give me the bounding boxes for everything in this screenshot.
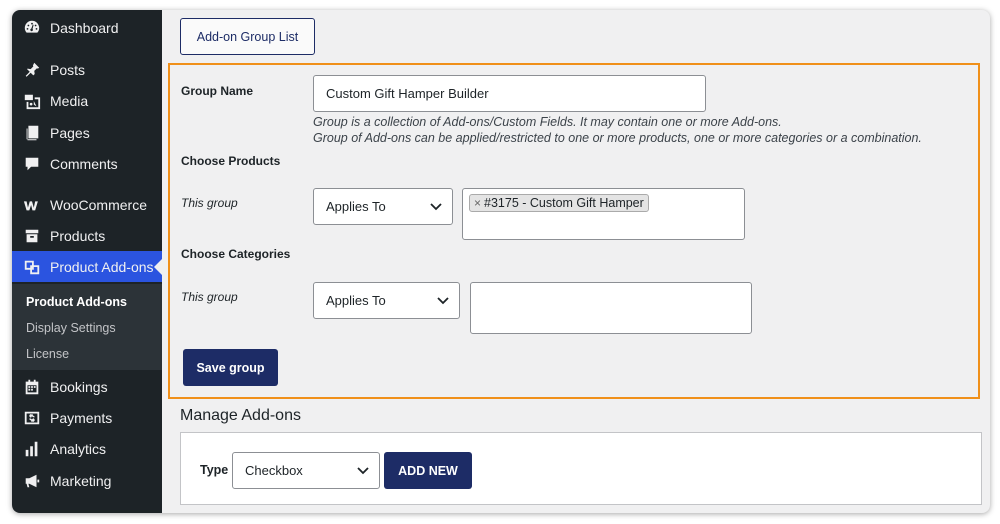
sidebar-item-label: Payments	[50, 409, 113, 426]
bar-chart-icon	[22, 439, 42, 459]
type-select-value: Checkbox	[245, 463, 303, 478]
sidebar-item-payments[interactable]: Payments	[12, 402, 162, 433]
save-group-button[interactable]: Save group	[183, 349, 278, 386]
group-description-line-1: Group is a collection of Add-ons/Custom …	[313, 115, 782, 129]
sidebar-item-label: Pages	[50, 124, 90, 141]
submenu-display-settings[interactable]: Display Settings	[26, 321, 116, 335]
product-tag-label: #3175 - Custom Gift Hamper	[484, 196, 644, 210]
submenu-product-add-ons[interactable]: Product Add-ons	[26, 295, 127, 309]
products-this-group-label: This group	[181, 196, 238, 210]
admin-sidebar: Dashboard Posts Media Pages Comments Woo…	[12, 10, 162, 513]
sidebar-item-pages[interactable]: Pages	[12, 117, 162, 148]
group-form-panel: Group Name Custom Gift Hamper Builder Gr…	[168, 63, 980, 399]
sidebar-item-product-add-ons[interactable]: Product Add-ons	[12, 251, 162, 282]
sidebar-item-media[interactable]: Media	[12, 85, 162, 116]
sidebar-item-comments[interactable]: Comments	[12, 148, 162, 179]
manage-add-ons-panel: Type Checkbox ADD NEW	[180, 432, 982, 505]
sidebar-item-analytics[interactable]: Analytics	[12, 433, 162, 464]
sidebar-item-bookings[interactable]: Bookings	[12, 371, 162, 402]
products-applies-to-value: Applies To	[326, 199, 386, 214]
sidebar-item-label: Bookings	[50, 378, 108, 395]
remove-tag-icon[interactable]: ×	[474, 196, 481, 210]
dollar-icon	[22, 408, 42, 428]
type-select[interactable]: Checkbox	[232, 452, 380, 489]
sidebar-item-label: Analytics	[50, 440, 107, 457]
megaphone-icon	[22, 471, 42, 491]
calendar-icon	[22, 377, 42, 397]
sidebar-item-label: Comments	[50, 155, 118, 172]
sidebar-item-label: Product Add-ons	[50, 258, 154, 275]
addons-icon	[22, 257, 42, 277]
choose-categories-label: Choose Categories	[181, 247, 291, 261]
categories-this-group-label: This group	[181, 290, 238, 304]
sidebar-item-products[interactable]: Products	[12, 220, 162, 251]
pages-icon	[22, 123, 42, 143]
categories-applies-to-select[interactable]: Applies To	[313, 282, 460, 319]
products-select-box[interactable]: × #3175 - Custom Gift Hamper	[462, 188, 745, 240]
sidebar-item-label: Marketing	[50, 472, 112, 489]
products-applies-to-select[interactable]: Applies To	[313, 188, 453, 225]
dashboard-icon	[22, 18, 42, 38]
sidebar-item-label: Media	[50, 92, 89, 109]
submenu-license[interactable]: License	[26, 347, 69, 361]
media-icon	[22, 91, 42, 111]
group-description-line-2: Group of Add-ons can be applied/restrict…	[313, 131, 922, 145]
add-new-button[interactable]: ADD NEW	[384, 452, 472, 489]
sidebar-submenu: Product Add-ons Display Settings License	[12, 284, 162, 370]
manage-add-ons-heading: Manage Add-ons	[180, 407, 301, 424]
pin-icon	[22, 60, 42, 80]
sidebar-item-woocommerce[interactable]: WooCommerce	[12, 189, 162, 220]
sidebar-item-label: WooCommerce	[50, 196, 147, 213]
comment-icon	[22, 154, 42, 174]
chevron-down-icon	[357, 466, 369, 474]
categories-select-box[interactable]	[470, 282, 752, 334]
chevron-down-icon	[430, 202, 442, 210]
archive-icon	[22, 226, 42, 246]
add-on-group-list-button[interactable]: Add-on Group List	[180, 18, 315, 55]
sidebar-item-label: Dashboard	[50, 19, 119, 36]
sidebar-item-dashboard[interactable]: Dashboard	[12, 12, 162, 43]
main-content: Add-on Group List Group Name Custom Gift…	[162, 10, 990, 513]
sidebar-item-label: Posts	[50, 61, 86, 78]
browser-window: Dashboard Posts Media Pages Comments Woo…	[12, 10, 990, 513]
sidebar-item-posts[interactable]: Posts	[12, 54, 162, 85]
sidebar-item-marketing[interactable]: Marketing	[12, 465, 162, 496]
sidebar-item-label: Products	[50, 227, 106, 244]
choose-products-label: Choose Products	[181, 154, 281, 168]
type-label: Type	[200, 463, 229, 477]
group-name-input[interactable]: Custom Gift Hamper Builder	[313, 75, 706, 112]
product-tag: × #3175 - Custom Gift Hamper	[469, 194, 649, 212]
chevron-down-icon	[437, 296, 449, 304]
group-name-label: Group Name	[181, 84, 254, 98]
categories-applies-to-value: Applies To	[326, 293, 386, 308]
woo-icon	[22, 195, 42, 215]
